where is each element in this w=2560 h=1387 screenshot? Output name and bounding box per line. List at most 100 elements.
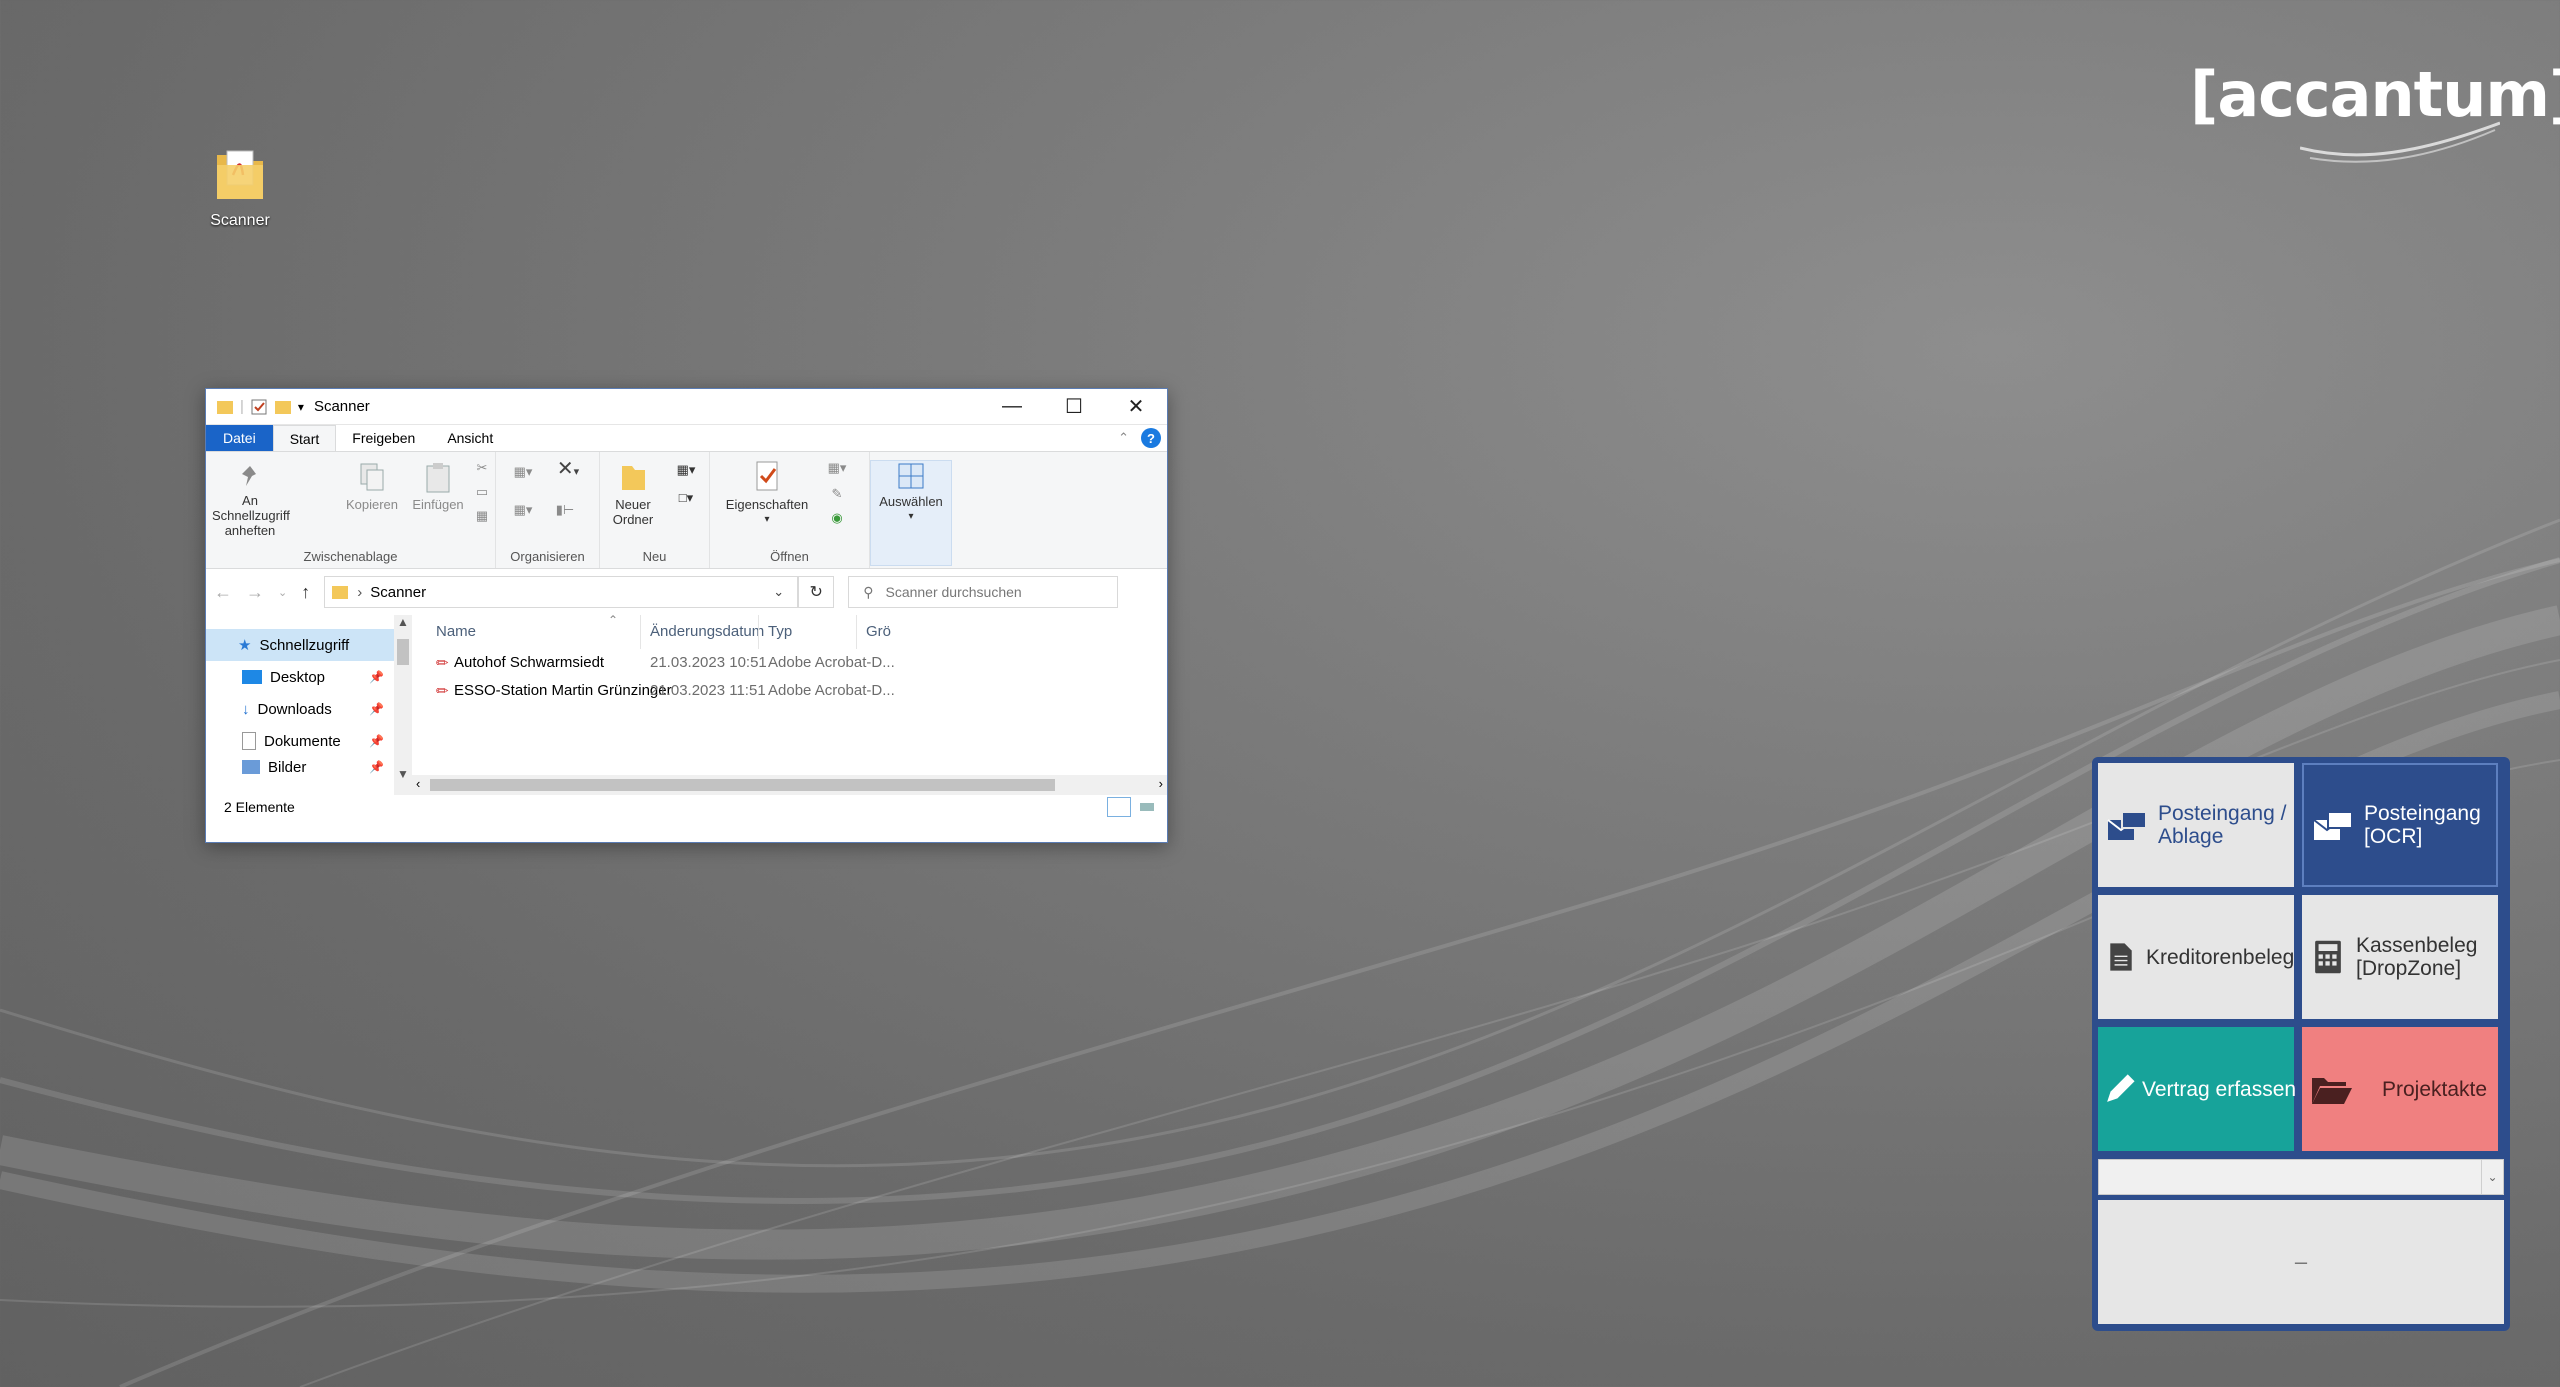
search-icon: ⚲ — [863, 583, 874, 600]
group-organize-label: Organisieren — [510, 549, 585, 564]
file-row[interactable]: ✏ Autohof Schwarmsiedt 21.03.2023 10:51 … — [412, 649, 1167, 677]
panel-select[interactable]: ⌄ — [2098, 1159, 2504, 1195]
nav-item-quick-access[interactable]: ★ Schnellzugriff — [206, 629, 412, 661]
move-to-icon[interactable]: ▦▾ — [508, 464, 538, 479]
address-bar[interactable]: › Scanner ⌄ — [324, 576, 799, 608]
breadcrumb-path[interactable]: Scanner — [370, 584, 426, 601]
collapse-ribbon-icon[interactable]: ⌃ — [1118, 430, 1129, 446]
paste-shortcut-icon[interactable]: ▦ — [472, 508, 492, 523]
properties-dropdown-icon[interactable]: ▾ — [714, 512, 820, 527]
easy-access-icon[interactable]: □▾ — [668, 490, 704, 505]
delete-icon[interactable]: ✕▾ — [548, 459, 588, 480]
copy-path-icon[interactable]: ▭ — [472, 484, 492, 499]
up-arrow-icon[interactable]: ↑ — [301, 582, 310, 603]
tile-creditor[interactable]: Kreditorenbeleg — [2098, 895, 2294, 1019]
rename-icon[interactable]: ▮⊢ — [550, 502, 580, 517]
nav-item-label: Bilder — [268, 758, 307, 776]
ribbon-tabs: Datei Start Freigeben Ansicht ⌃ ? — [206, 425, 1167, 451]
edit-icon[interactable]: ✎ — [822, 486, 852, 501]
col-size[interactable]: Grö — [866, 623, 891, 640]
new-folder-button[interactable]: Neuer Ordner — [602, 460, 664, 527]
nav-item-desktop[interactable]: Desktop 📌 — [206, 661, 412, 693]
nav-item-documents[interactable]: Dokumente 📌 — [206, 725, 412, 757]
history-icon[interactable]: ◉ — [822, 510, 852, 525]
group-select: Auswählen ▾ — [870, 452, 952, 568]
scroll-down-icon[interactable]: ▼ — [394, 767, 412, 781]
download-arrow-icon: ↓ — [242, 700, 250, 718]
pin-icon[interactable]: 📌 — [369, 760, 384, 774]
scroll-up-icon[interactable]: ▲ — [394, 615, 412, 629]
search-input[interactable]: ⚲ Scanner durchsuchen — [848, 576, 1119, 608]
tile-project[interactable]: Projektakte — [2302, 1027, 2498, 1151]
inbox-mail-icon — [2313, 811, 2353, 840]
col-date[interactable]: Änderungsdatum — [650, 623, 764, 640]
scroll-right-icon[interactable]: › — [1159, 776, 1163, 791]
dropzone-text: – — [2294, 1249, 2308, 1274]
address-dropdown-icon[interactable]: ⌄ — [773, 584, 797, 600]
tab-view[interactable]: Ansicht — [431, 425, 509, 451]
properties-check-icon[interactable] — [250, 398, 268, 416]
nav-item-label: Schnellzugriff — [259, 636, 350, 654]
view-switcher — [1107, 797, 1159, 817]
column-separator[interactable] — [856, 615, 857, 649]
inbox-mail-icon — [2107, 811, 2147, 840]
tab-share[interactable]: Freigeben — [336, 425, 431, 451]
nav-scrollbar[interactable]: ▲ ▼ — [394, 615, 412, 795]
select-dropdown-icon[interactable]: ▾ — [871, 509, 951, 524]
select-button[interactable]: Auswählen ▾ — [870, 460, 952, 566]
new-folder-icon[interactable] — [274, 398, 292, 416]
minimize-icon[interactable]: — — [981, 389, 1043, 425]
properties-button[interactable]: Eigenschaften ▾ — [714, 460, 820, 527]
scroll-thumb[interactable] — [430, 779, 1055, 791]
copy-button[interactable]: Kopieren — [342, 462, 402, 512]
forward-arrow-icon[interactable]: → — [246, 582, 264, 603]
nav-item-pictures[interactable]: Bilder 📌 — [206, 757, 412, 777]
tile-cash-dropzone[interactable]: Kassenbeleg [DropZone] — [2302, 895, 2498, 1019]
customize-toolbar-dropdown-icon[interactable]: ▾ — [298, 400, 304, 414]
pin-icon[interactable]: 📌 — [369, 734, 384, 748]
tile-contract[interactable]: Vertrag erfassen — [2098, 1027, 2297, 1151]
close-icon[interactable]: ✕ — [1105, 389, 1167, 425]
col-name[interactable]: Name — [436, 623, 476, 640]
pin-icon[interactable]: 📌 — [369, 702, 384, 716]
details-view-icon[interactable] — [1107, 797, 1131, 817]
nav-item-downloads[interactable]: ↓ Downloads 📌 — [206, 693, 412, 725]
file-row[interactable]: ✏ ESSO-Station Martin Grünzinger 21.03.2… — [412, 677, 1167, 705]
tab-file[interactable]: Datei — [206, 425, 273, 451]
refresh-icon[interactable]: ↻ — [798, 576, 835, 608]
help-icon[interactable]: ? — [1141, 428, 1161, 448]
folder-pdf-icon — [217, 150, 263, 199]
tile-inbox-ocr[interactable]: Posteingang [OCR] — [2302, 763, 2498, 887]
open-icon[interactable]: ▦▾ — [822, 460, 852, 475]
status-bar: 2 Elemente — [206, 795, 1167, 819]
desktop-icon-scanner[interactable]: Scanner — [200, 145, 280, 230]
paste-button[interactable]: Einfügen — [406, 462, 470, 512]
column-separator[interactable] — [640, 615, 641, 649]
back-arrow-icon[interactable]: ← — [214, 582, 232, 603]
window-controls: — ☐ ✕ — [981, 389, 1167, 425]
new-item-icon[interactable]: ▦▾ — [668, 462, 704, 477]
recent-locations-icon[interactable]: ⌄ — [278, 586, 287, 599]
pin-quick-access-button[interactable]: An Schnellzugriff anheften — [212, 462, 290, 538]
scroll-thumb[interactable] — [397, 639, 409, 665]
explorer-window: | ▾ Scanner — ☐ ✕ Datei Start Freigeben … — [205, 388, 1168, 843]
file-date: 21.03.2023 11:51 — [650, 682, 766, 699]
paste-label: Einfügen — [412, 497, 464, 512]
tiles-view-icon[interactable] — [1135, 797, 1159, 817]
file-name: ESSO-Station Martin Grünzinger — [454, 682, 672, 699]
cut-icon[interactable]: ✂ — [472, 460, 492, 475]
scroll-left-icon[interactable]: ‹ — [416, 776, 420, 791]
column-separator[interactable] — [758, 615, 759, 649]
tab-start[interactable]: Start — [272, 425, 337, 451]
chevron-down-icon[interactable]: ⌄ — [2481, 1160, 2503, 1194]
maximize-icon[interactable]: ☐ — [1043, 389, 1105, 425]
col-type[interactable]: Typ — [768, 623, 792, 640]
tile-label: Vertrag erfassen — [2142, 1077, 2297, 1101]
tile-inbox-archive[interactable]: Posteingang / Ablage — [2098, 763, 2294, 887]
item-count: 2 Elemente — [224, 799, 295, 815]
pin-quick-label: An Schnellzugriff anheften — [212, 493, 290, 538]
dropzone-area[interactable]: – — [2098, 1200, 2504, 1324]
copy-to-icon[interactable]: ▦▾ — [508, 502, 538, 517]
pin-icon[interactable]: 📌 — [369, 670, 384, 684]
horizontal-scrollbar[interactable]: ‹ › — [412, 775, 1167, 795]
